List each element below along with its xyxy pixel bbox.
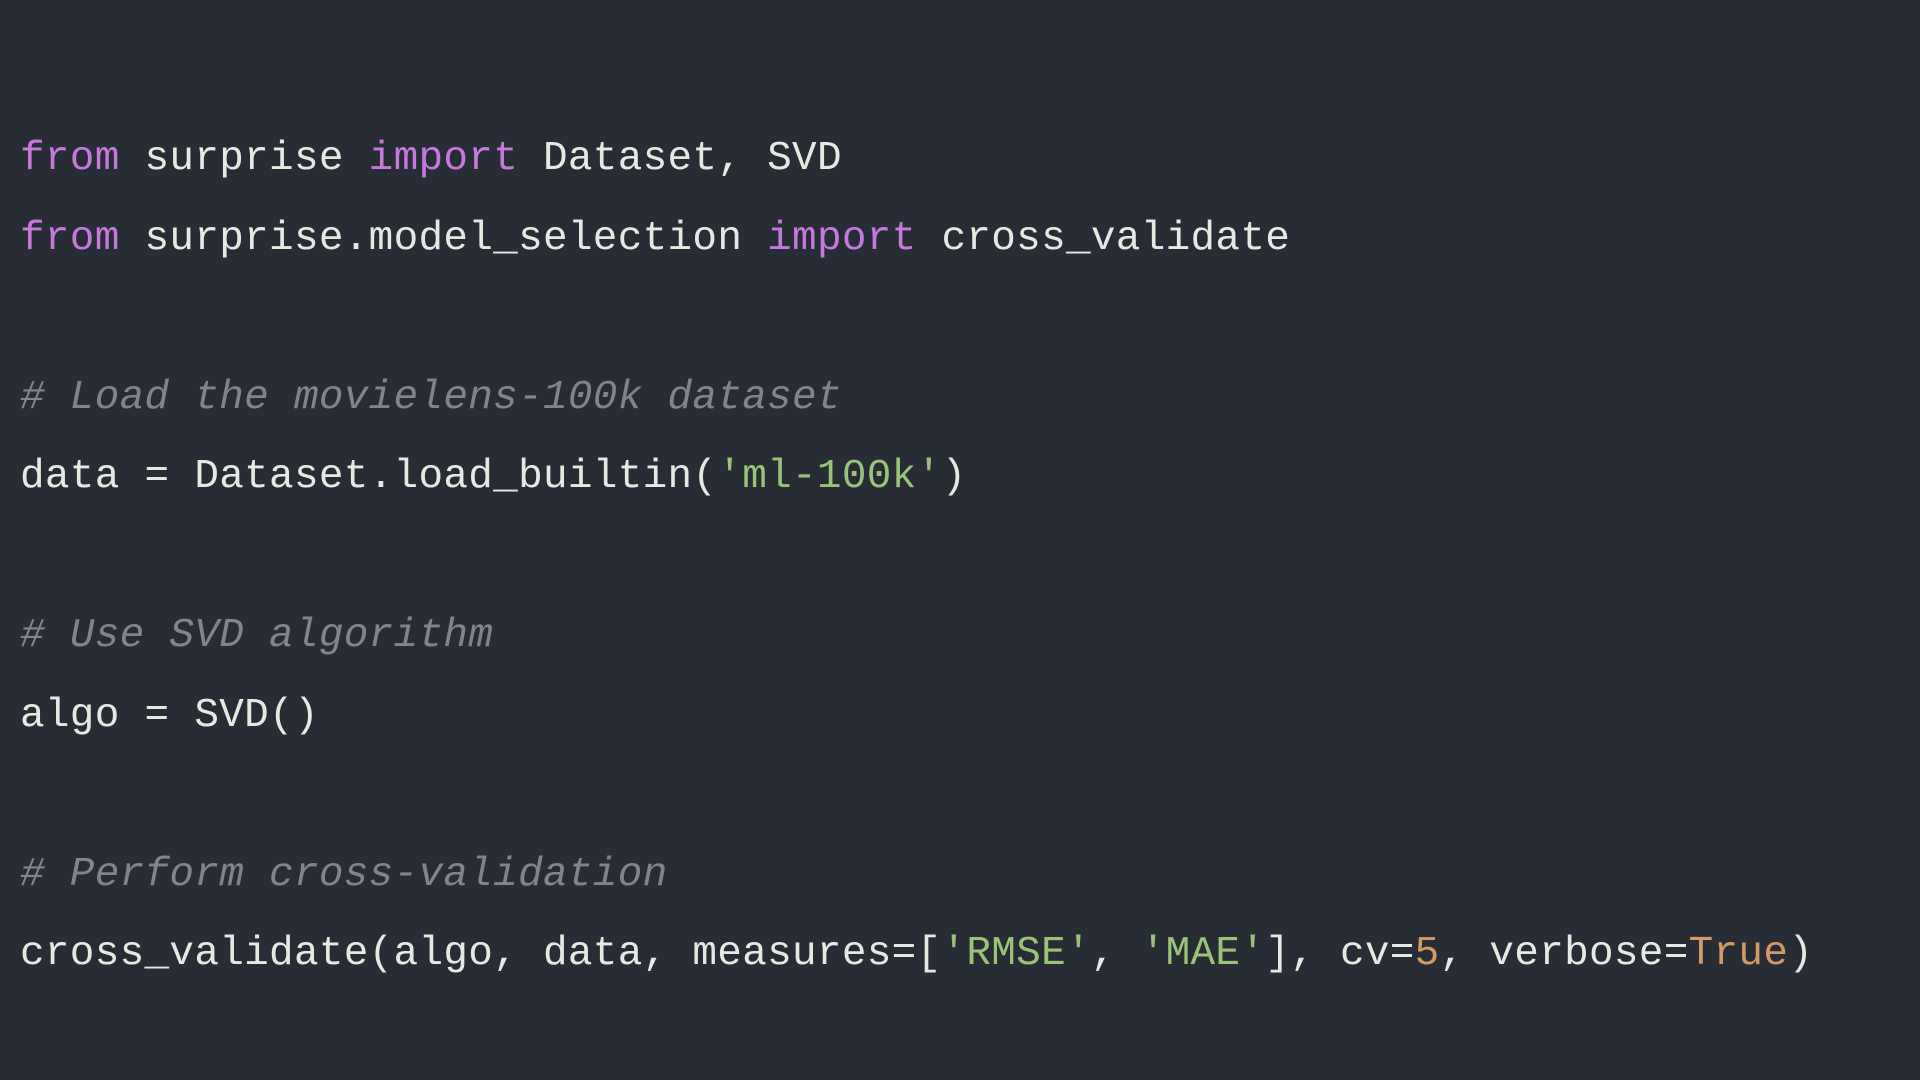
code-token: True — [1689, 931, 1789, 977]
code-token: # Perform cross-validation — [20, 852, 668, 898]
code-token: cross_validate — [941, 216, 1290, 262]
code-token: data = Dataset.load_builtin( — [20, 454, 717, 500]
code-token: ) — [941, 454, 966, 500]
code-token: ], cv= — [1265, 931, 1414, 977]
code-token: surprise — [145, 136, 369, 182]
code-token: 'ml-100k' — [717, 454, 941, 500]
code-token: 5 — [1415, 931, 1440, 977]
code-token: from — [20, 216, 145, 262]
code-token: 'RMSE' — [941, 931, 1090, 977]
code-token: import — [767, 216, 941, 262]
code-token: , — [1091, 931, 1141, 977]
code-token: Dataset, SVD — [543, 136, 842, 182]
code-token: # Load the movielens-100k dataset — [20, 375, 842, 421]
code-token: , verbose= — [1440, 931, 1689, 977]
code-token: import — [369, 136, 543, 182]
code-token: algo = SVD() — [20, 693, 319, 739]
code-token: from — [20, 136, 145, 182]
code-token: 'MAE' — [1141, 931, 1266, 977]
code-token: ) — [1788, 931, 1813, 977]
code-token: # Use SVD algorithm — [20, 613, 493, 659]
code-snippet: from surprise import Dataset, SVD from s… — [0, 0, 1920, 995]
code-token: surprise.model_selection — [145, 216, 768, 262]
code-token: cross_validate(algo, data, measures=[ — [20, 931, 941, 977]
